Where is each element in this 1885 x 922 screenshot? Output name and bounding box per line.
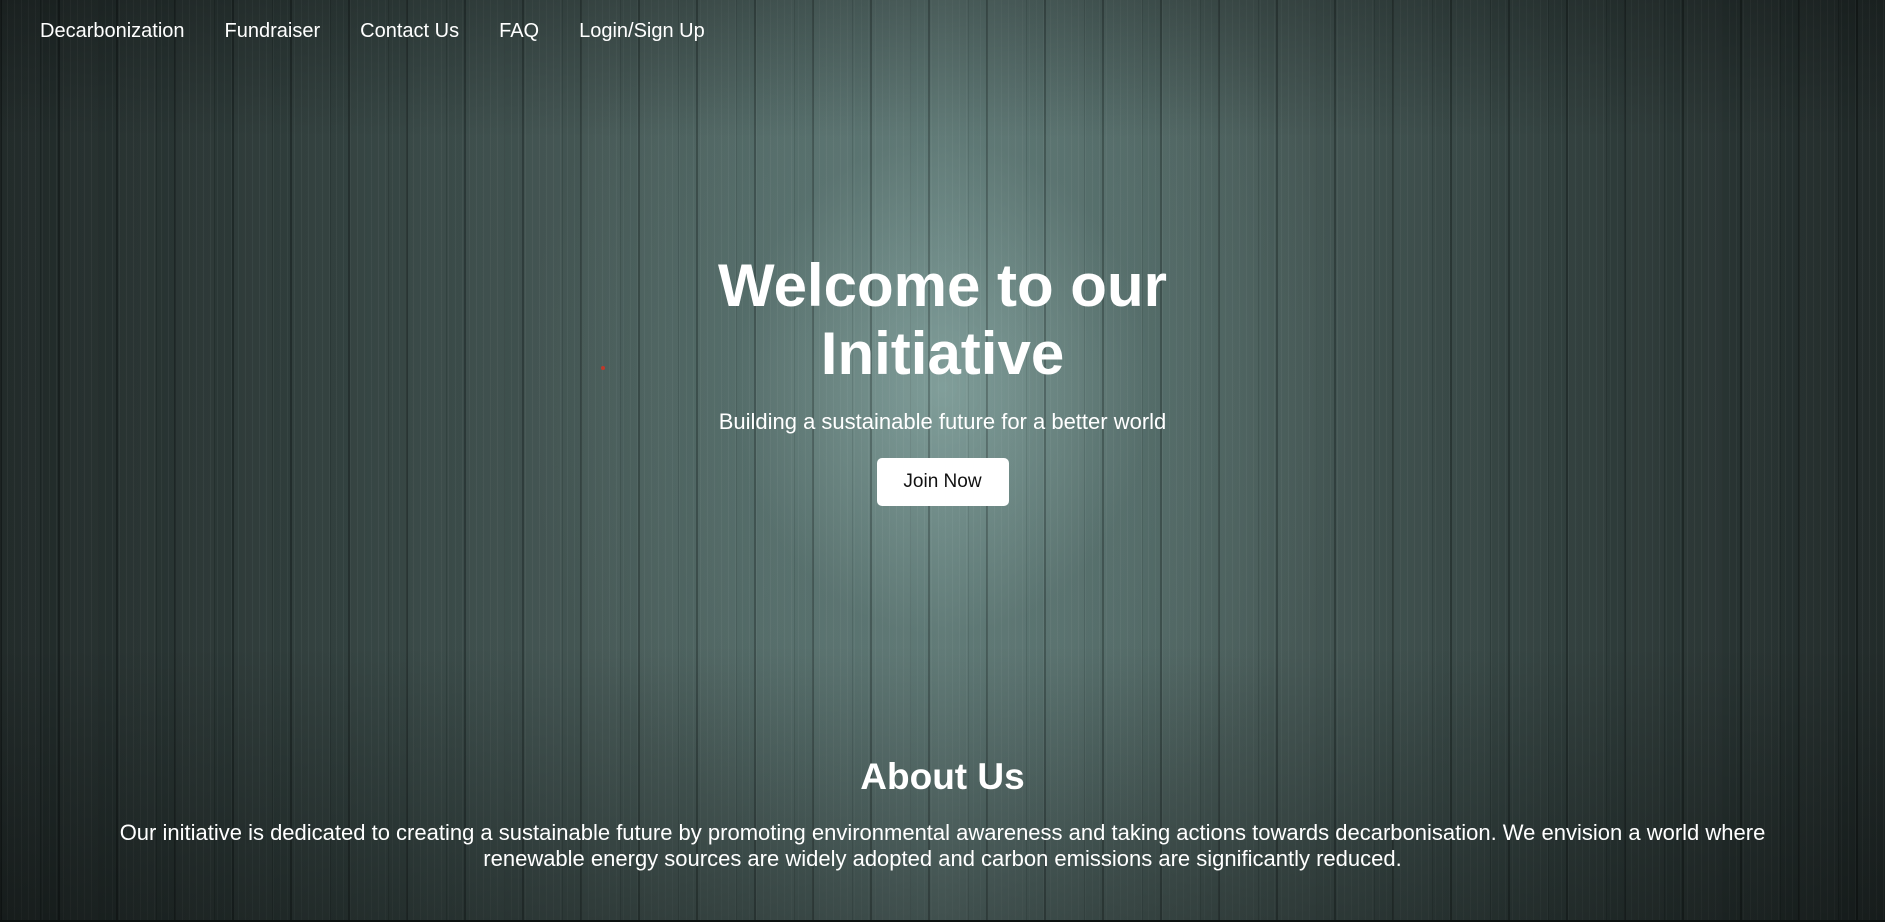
nav-item-contact-us[interactable]: Contact Us: [360, 18, 459, 44]
nav-item-decarbonization[interactable]: Decarbonization: [40, 18, 185, 44]
page: Decarbonization Fundraiser Contact Us FA…: [0, 0, 1885, 922]
about-heading: About Us: [860, 756, 1025, 797]
about-text: Our initiative is dedicated to creating …: [119, 820, 1766, 871]
join-now-button[interactable]: Join Now: [876, 458, 1009, 506]
nav-item-fundraiser[interactable]: Fundraiser: [225, 18, 321, 44]
hero-subtitle: Building a sustainable future for a bett…: [718, 409, 1167, 434]
nav-item-login-signup[interactable]: Login/Sign Up: [579, 18, 705, 44]
top-nav: Decarbonization Fundraiser Contact Us FA…: [40, 18, 705, 44]
nav-item-faq[interactable]: FAQ: [499, 18, 539, 44]
hero-section: Welcome to our Initiative Building a sus…: [0, 252, 1885, 506]
about-section: About Us Our initiative is dedicated to …: [0, 754, 1885, 872]
hero-title: Welcome to our Initiative: [718, 252, 1167, 387]
